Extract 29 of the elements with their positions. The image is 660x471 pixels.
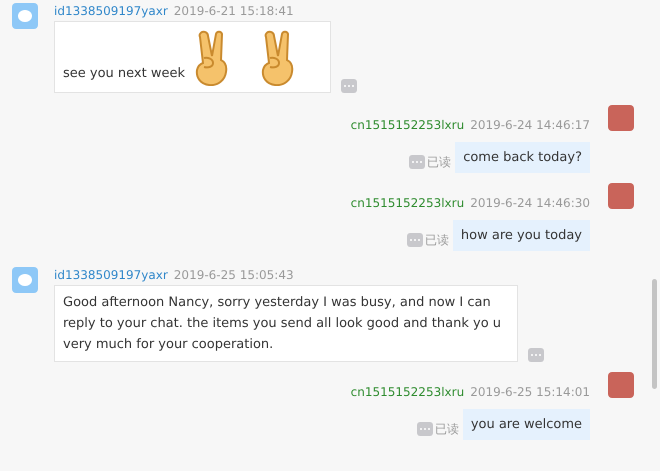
more-button[interactable]: [409, 155, 426, 169]
timestamp: 2019-6-24 14:46:30: [470, 196, 590, 210]
more-button[interactable]: [341, 79, 357, 93]
avatar-icon: [12, 3, 38, 29]
more-button[interactable]: [416, 422, 433, 436]
message-bubble: Good afternoon Nancy, sorry yesterday I was busy, and now I can reply to your chat. the items you send all look good and thank yo u very much for your cooperation.: [54, 285, 518, 362]
read-status: 已读: [427, 154, 452, 171]
more-button[interactable]: [528, 348, 544, 362]
avatar-photo: [608, 183, 634, 209]
message-bubble: come back today?: [455, 142, 590, 173]
message-bubble: you are welcome: [462, 409, 590, 440]
timestamp: 2019-6-24 14:46:17: [470, 118, 590, 132]
message-text: see you next week: [63, 65, 186, 83]
scrollbar-thumb[interactable]: [652, 279, 657, 389]
read-status: 已读: [434, 421, 459, 438]
timestamp: 2019-6-25 15:14:01: [470, 385, 590, 399]
avatar-photo: [608, 372, 634, 398]
sender-name[interactable]: cn1515152253lxru: [350, 118, 464, 132]
timestamp: 2019-6-21 15:18:41: [174, 4, 294, 18]
timestamp: 2019-6-25 15:05:43: [174, 268, 294, 282]
sender-name[interactable]: id1338509197yaxr: [54, 4, 168, 18]
more-button[interactable]: [406, 233, 423, 247]
sender-name[interactable]: id1338509197yaxr: [54, 268, 168, 282]
sender-name[interactable]: cn1515152253lxru: [350, 385, 464, 399]
avatar-icon: [12, 267, 38, 293]
sender-name[interactable]: cn1515152253lxru: [350, 196, 464, 210]
avatar-photo: [608, 105, 634, 131]
message-bubble: how are you today: [452, 220, 590, 251]
read-status: 已读: [424, 232, 449, 249]
